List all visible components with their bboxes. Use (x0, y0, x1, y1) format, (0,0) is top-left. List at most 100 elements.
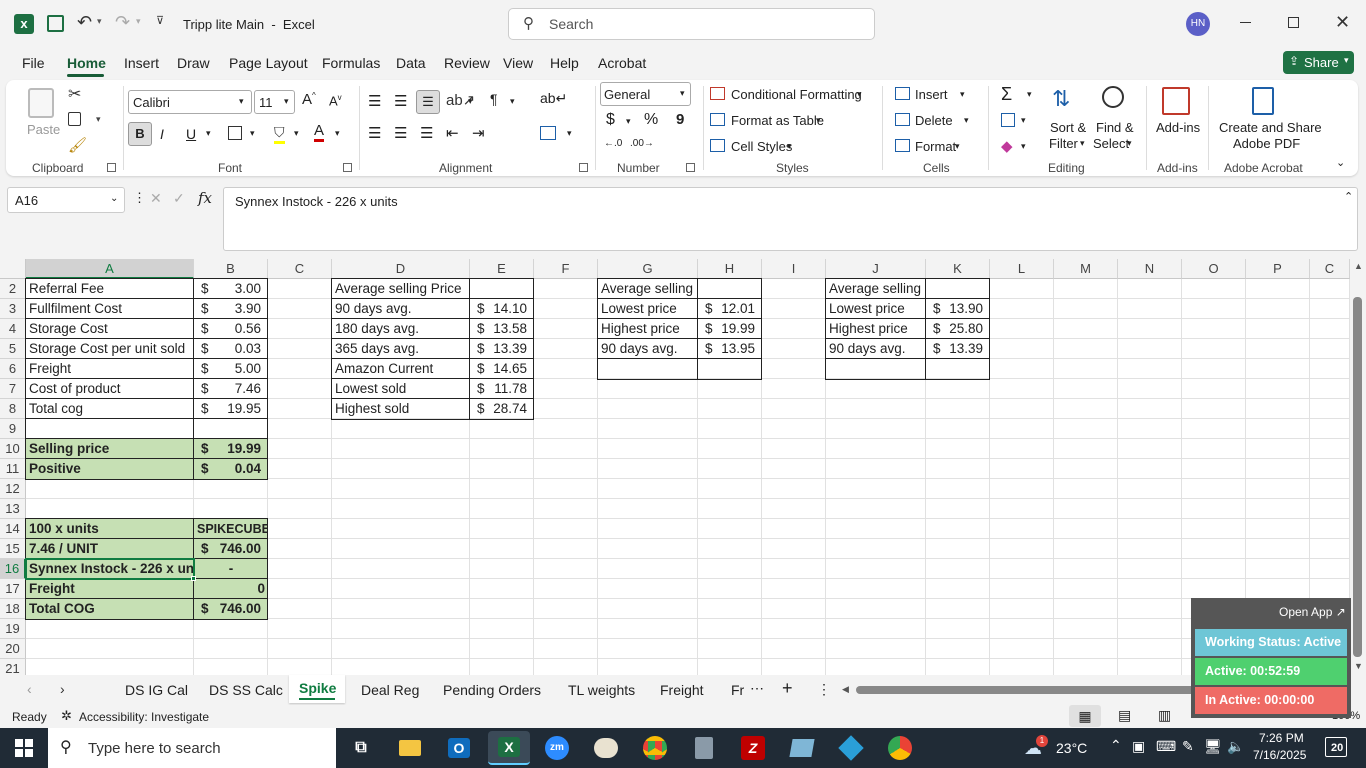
calculator-icon[interactable] (688, 734, 720, 762)
save-icon[interactable] (47, 15, 64, 32)
fill-handle[interactable] (191, 576, 196, 581)
paste-label[interactable]: Paste (27, 122, 60, 137)
create-pdf-icon[interactable] (1252, 87, 1274, 115)
sheet-tab-freight[interactable]: Freight (660, 682, 704, 698)
percent-icon[interactable]: % (644, 111, 658, 129)
column-header[interactable]: G (598, 259, 698, 279)
alignment-launcher-icon[interactable] (579, 163, 588, 172)
fill-icon[interactable] (1001, 113, 1015, 127)
align-center-icon[interactable]: ☰ (394, 124, 407, 142)
tab-options-icon[interactable]: ⋮ (817, 681, 831, 698)
undo-dropdown-icon[interactable]: ▾ (97, 16, 102, 27)
tab-data[interactable]: Data (396, 55, 426, 71)
tab-home[interactable]: Home (67, 55, 106, 71)
row-header[interactable]: 17 (0, 579, 26, 599)
decrease-font-icon[interactable]: Av (329, 93, 342, 108)
column-header[interactable]: E (470, 259, 534, 279)
delete-cells-icon[interactable] (895, 113, 910, 126)
temperature[interactable]: 23°C (1056, 740, 1087, 756)
row-header[interactable]: 5 (0, 339, 26, 359)
file-explorer-icon[interactable] (394, 734, 426, 762)
fill-color-dropdown-icon[interactable]: ▾ (294, 128, 299, 139)
cell-e5[interactable]: 13.39 (490, 339, 530, 359)
row-header[interactable]: 20 (0, 639, 26, 659)
customize-qat-icon[interactable]: ⊽ (156, 14, 164, 27)
copy-dropdown-icon[interactable]: ▾ (96, 114, 101, 125)
cut-icon[interactable]: ✂ (68, 84, 81, 104)
number-launcher-icon[interactable] (686, 163, 695, 172)
find-select-line1[interactable]: Find & (1096, 120, 1134, 135)
borders-icon[interactable] (228, 126, 242, 140)
page-layout-view-icon[interactable]: ▤ (1118, 707, 1131, 724)
cell-b4[interactable]: 0.56 (214, 319, 264, 339)
column-header[interactable]: M (1054, 259, 1118, 279)
merge-center-icon[interactable] (540, 126, 556, 140)
column-header[interactable]: J (826, 259, 926, 279)
column-header[interactable]: D (332, 259, 470, 279)
accessibility-status[interactable]: Accessibility: Investigate (79, 710, 209, 724)
row-header[interactable]: 11 (0, 459, 26, 479)
more-sheets-icon[interactable]: ⋯ (750, 680, 764, 697)
find-select-line2[interactable]: Select (1093, 136, 1129, 151)
create-pdf-line1[interactable]: Create and Share (1219, 120, 1322, 135)
cell-d6[interactable]: Amazon Current (332, 359, 469, 379)
cancel-entry-icon[interactable]: ✕ (150, 190, 162, 207)
cell-g2[interactable]: Average selling (598, 279, 697, 299)
tab-acrobat[interactable]: Acrobat (598, 55, 646, 71)
column-header[interactable]: F (534, 259, 598, 279)
zoom-icon[interactable]: zm (541, 734, 573, 762)
column-header[interactable]: I (762, 259, 826, 279)
merge-dropdown-icon[interactable]: ▾ (567, 128, 572, 139)
insert-cells-icon[interactable] (895, 87, 910, 100)
format-cells-icon[interactable] (895, 139, 910, 152)
cell-g3[interactable]: Lowest price (598, 299, 697, 319)
format-dropdown-icon[interactable]: ▾ (955, 141, 960, 152)
font-launcher-icon[interactable] (343, 163, 352, 172)
cell-j5[interactable]: 90 days avg. (826, 339, 925, 359)
collapse-formula-icon[interactable]: ⌃ (1344, 190, 1353, 203)
cell-h3[interactable]: 12.01 (718, 299, 758, 319)
tab-scroll-left-icon[interactable]: ‹ (27, 681, 32, 697)
tab-scroll-right-icon[interactable]: › (60, 681, 65, 697)
row-header[interactable]: 7 (0, 379, 26, 399)
comma-style-icon[interactable]: 9 (676, 111, 684, 128)
increase-decimal-icon[interactable]: ←.0 (604, 138, 622, 149)
row-header[interactable]: 15 (0, 539, 26, 559)
create-pdf-line2[interactable]: Adobe PDF (1233, 136, 1300, 151)
scroll-down-icon[interactable]: ▼ (1354, 661, 1363, 671)
cell-e6[interactable]: 14.65 (490, 359, 530, 379)
currency-dropdown-icon[interactable]: ▾ (626, 116, 631, 127)
column-header[interactable]: N (1118, 259, 1182, 279)
cell-b8[interactable]: 19.95 (214, 399, 264, 419)
tray-app-icon[interactable]: ▣ (1132, 738, 1145, 755)
collapse-ribbon-icon[interactable]: ⌄ (1336, 156, 1345, 169)
row-header[interactable]: 10 (0, 439, 26, 459)
cell-k5[interactable]: 13.39 (946, 339, 986, 359)
minimize-icon[interactable] (1240, 22, 1251, 23)
font-color-dropdown-icon[interactable]: ▾ (335, 128, 340, 139)
cell-b5[interactable]: 0.03 (214, 339, 264, 359)
format-table-dropdown-icon[interactable]: ▾ (816, 115, 821, 126)
bold-button[interactable]: B (128, 122, 152, 146)
paragraph-direction-icon[interactable]: ¶ (490, 91, 498, 107)
show-hidden-icons[interactable]: ⌃ (1110, 737, 1122, 754)
share-button[interactable]: ⇪ Share ▾ (1283, 51, 1354, 74)
open-app-link[interactable]: Open App ↗ (1279, 605, 1346, 619)
underline-button[interactable]: U (186, 126, 196, 142)
sheet-tab-ds-ig-cal[interactable]: DS IG Cal (125, 682, 188, 698)
cell-b6[interactable]: 5.00 (214, 359, 264, 379)
paint-icon[interactable] (590, 734, 622, 762)
sort-filter-line1[interactable]: Sort & (1050, 120, 1086, 135)
name-box[interactable]: A16 ⌄ (7, 187, 125, 213)
clock-date[interactable]: 7/16/2025 (1253, 748, 1306, 762)
conditional-dropdown-icon[interactable]: ▾ (857, 89, 862, 100)
add-ins-icon[interactable] (1162, 87, 1190, 115)
align-bottom-icon[interactable]: ☰ (416, 90, 440, 114)
fill-color-icon[interactable]: ⛉ (274, 124, 285, 144)
orientation-dropdown-icon[interactable]: ▾ (468, 96, 473, 107)
row-header[interactable]: 12 (0, 479, 26, 499)
column-header[interactable]: O (1182, 259, 1246, 279)
paragraph-dropdown-icon[interactable]: ▾ (510, 96, 515, 107)
cell-h5[interactable]: 13.95 (718, 339, 758, 359)
sheet-tab-fr[interactable]: Fr (731, 682, 744, 698)
